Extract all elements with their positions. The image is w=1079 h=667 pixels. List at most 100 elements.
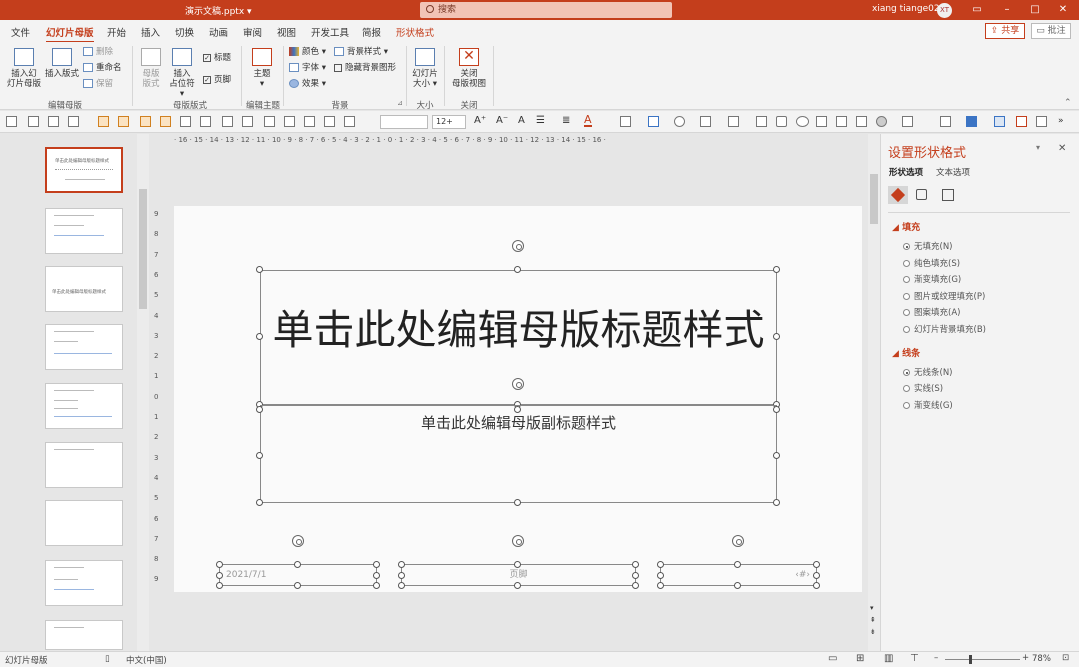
resize-handle[interactable] xyxy=(514,582,521,589)
reading-view-icon[interactable]: ▥ xyxy=(884,653,893,664)
share-button[interactable]: ⇪ 共享 xyxy=(985,23,1025,39)
next-slide-icon[interactable]: ⇟ xyxy=(870,628,876,636)
thumbnail-layout[interactable] xyxy=(45,324,123,370)
resize-handle[interactable] xyxy=(657,582,664,589)
tab-home[interactable]: 开始 xyxy=(107,25,126,39)
theme-button[interactable]: 主题 ▾ xyxy=(249,48,275,89)
resize-handle[interactable] xyxy=(514,406,521,413)
effects-button[interactable]: 效果 ▾ xyxy=(289,79,326,89)
resize-handle[interactable] xyxy=(216,561,223,568)
hide-background-checkbox[interactable]: 隐藏背景图形 xyxy=(334,63,396,73)
zoom-in-icon[interactable]: + xyxy=(1022,653,1029,663)
more-icon[interactable]: » xyxy=(1058,116,1064,126)
shape-effects-icon[interactable] xyxy=(674,116,685,127)
resize-handle[interactable] xyxy=(216,582,223,589)
fill-section[interactable]: ◢ 填充 xyxy=(892,220,920,233)
format-painter-icon[interactable] xyxy=(1036,116,1047,127)
thumbnail-layout[interactable] xyxy=(45,442,123,488)
shape-icon[interactable] xyxy=(728,116,739,127)
shape-order-icon[interactable] xyxy=(160,116,171,127)
resize-handle[interactable] xyxy=(773,333,780,340)
theme-color-icon[interactable] xyxy=(966,116,977,127)
tab-developer[interactable]: 开发工具 xyxy=(311,25,349,39)
resize-handle[interactable] xyxy=(632,582,639,589)
radio-slide-bg-fill[interactable]: 幻灯片背景填充(B) xyxy=(903,323,986,335)
tab-file[interactable]: 文件 xyxy=(11,25,30,39)
subtitle-placeholder[interactable]: 单击此处编辑母版副标题样式 xyxy=(260,405,777,503)
search-box[interactable]: 搜索 xyxy=(420,2,672,18)
font-color-icon[interactable]: A xyxy=(584,114,592,127)
resize-handle[interactable] xyxy=(294,582,301,589)
thumbnail-layout[interactable] xyxy=(45,560,123,606)
scroll-down-icon[interactable]: ▾ xyxy=(870,604,874,612)
align-middle-icon[interactable] xyxy=(242,116,253,127)
resize-handle[interactable] xyxy=(256,266,263,273)
thumbnail-layout[interactable] xyxy=(45,383,123,429)
zoom-level[interactable]: 78% xyxy=(1032,654,1051,664)
line-spacing-icon[interactable]: ☰ xyxy=(536,115,545,126)
fonts-button[interactable]: 字体 ▾ xyxy=(289,63,326,73)
background-styles-button[interactable]: 背景样式 ▾ xyxy=(334,47,388,57)
font-family-select[interactable] xyxy=(380,115,428,129)
resize-handle[interactable] xyxy=(657,572,664,579)
effects-pentagon-icon[interactable] xyxy=(912,186,932,204)
radio-solid-fill[interactable]: 纯色填充(S) xyxy=(903,257,960,269)
text-case-icon[interactable]: A xyxy=(518,115,525,126)
rounded-rect-icon[interactable] xyxy=(776,116,787,127)
thumbnail-layout[interactable] xyxy=(45,620,123,650)
close-icon[interactable]: ✕ xyxy=(1056,3,1070,17)
fit-slide-icon[interactable]: ⊡ xyxy=(1062,653,1069,663)
resize-handle[interactable] xyxy=(256,499,263,506)
close-box-icon[interactable] xyxy=(1016,116,1027,127)
scrollbar-thumb[interactable] xyxy=(870,174,878,224)
accessibility-icon[interactable]: ▯ xyxy=(105,654,110,664)
previous-slide-icon[interactable]: ⇞ xyxy=(870,616,876,624)
tab-transitions[interactable]: 切换 xyxy=(175,25,194,39)
delete-button[interactable]: 删除 xyxy=(83,47,113,57)
status-language[interactable]: 中文(中国) xyxy=(126,654,167,666)
align-center-icon[interactable] xyxy=(200,116,211,127)
pen-icon[interactable] xyxy=(68,116,79,127)
file-title[interactable]: 演示文稿.pptx ▾ xyxy=(185,4,252,17)
shape-icon[interactable] xyxy=(902,116,913,127)
tab-view[interactable]: 视图 xyxy=(277,25,296,39)
remove-icon[interactable] xyxy=(940,116,951,127)
master-layout-button[interactable]: 母版 版式 xyxy=(138,48,164,89)
circle-icon[interactable] xyxy=(876,116,887,127)
align-top-icon[interactable] xyxy=(222,116,233,127)
resize-handle[interactable] xyxy=(514,561,521,568)
thumbnail-layout[interactable] xyxy=(45,208,123,254)
radio-gradient-fill[interactable]: 渐变填充(G) xyxy=(903,273,961,285)
insert-placeholder-button[interactable]: 插入 占位符 ▾ xyxy=(166,48,198,99)
rename-button[interactable]: 重命名 xyxy=(83,63,122,73)
resize-handle[interactable] xyxy=(773,406,780,413)
ellipse-icon[interactable] xyxy=(796,116,809,127)
radio-no-fill[interactable]: 无填充(N) xyxy=(903,240,953,252)
crop-icon[interactable] xyxy=(836,116,847,127)
dialog-launcher-icon[interactable]: ⊿ xyxy=(397,99,403,107)
thumbnail-scrollbar[interactable] xyxy=(137,134,149,651)
rectangle-icon[interactable] xyxy=(756,116,767,127)
resize-handle[interactable] xyxy=(734,582,741,589)
radio-gradient-line[interactable]: 渐变线(G) xyxy=(903,399,953,411)
rotate-handle-icon[interactable] xyxy=(512,378,524,390)
resize-handle[interactable] xyxy=(813,572,820,579)
tab-shape-options[interactable]: 形状选项 xyxy=(889,166,923,178)
tab-animations[interactable]: 动画 xyxy=(209,25,228,39)
resize-handle[interactable] xyxy=(398,561,405,568)
increase-font-icon[interactable]: A⁺ xyxy=(474,115,486,126)
pen-icon[interactable] xyxy=(28,116,39,127)
rotate-handle-icon[interactable] xyxy=(512,535,524,547)
outline-color-icon[interactable] xyxy=(648,116,659,127)
rotate-icon[interactable] xyxy=(344,116,355,127)
pane-options-icon[interactable]: ▾ xyxy=(1036,143,1040,152)
thumbnail-master[interactable]: 单击此处编辑母版标题样式 xyxy=(45,147,123,193)
resize-handle[interactable] xyxy=(256,452,263,459)
picture-icon[interactable] xyxy=(816,116,827,127)
resize-handle[interactable] xyxy=(632,561,639,568)
slideshow-icon[interactable]: ⊤ xyxy=(910,653,919,664)
resize-handle[interactable] xyxy=(514,266,521,273)
tab-slide-master[interactable]: 幻灯片母版 xyxy=(46,25,94,43)
resize-handle[interactable] xyxy=(773,452,780,459)
rotate-handle-icon[interactable] xyxy=(732,535,744,547)
